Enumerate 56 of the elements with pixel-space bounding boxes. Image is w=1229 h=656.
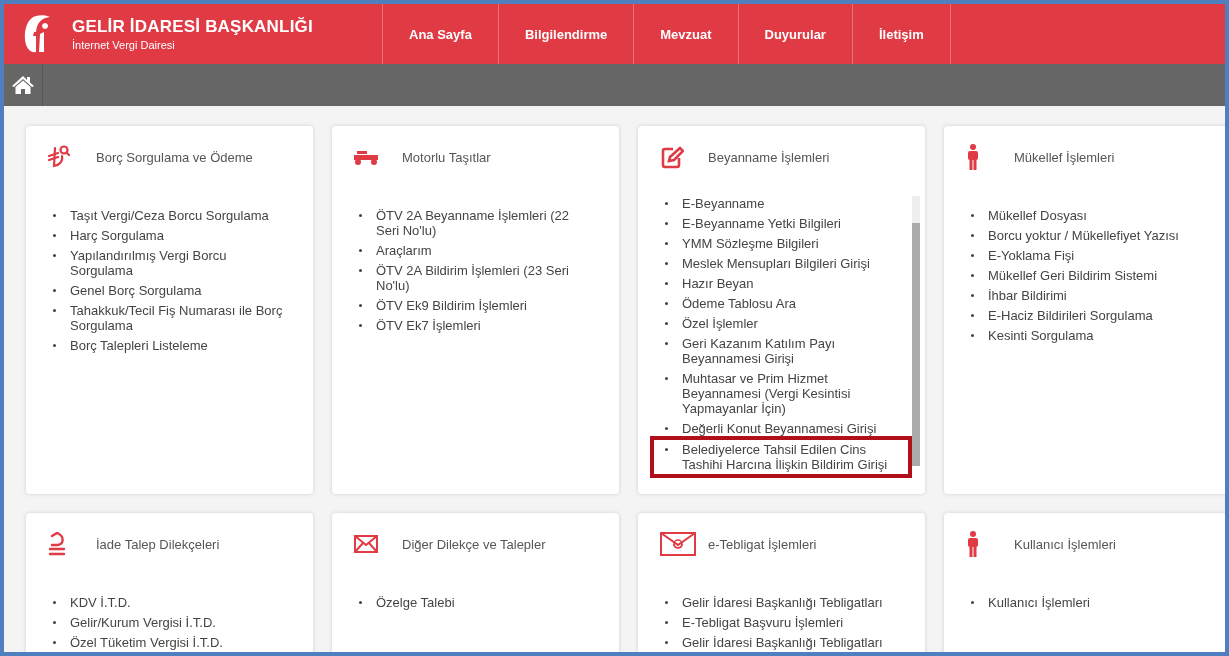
menu-link[interactable]: İhbar Bildirimi [988,288,1067,303]
menu-link[interactable]: Gelir İdaresi Başkanlığı Tebligatları [682,595,883,610]
vehicle-icon [354,149,378,165]
menu-link[interactable]: Mükellef Dosyası [988,208,1087,223]
menu-link[interactable]: E-Tebligat Başvuru İşlemleri [682,615,844,630]
menu-link[interactable]: Mükellef Geri Bildirim Sistemi [988,268,1158,283]
menu-link[interactable]: Tahakkuk/Tecil Fiş Numarası ile Borç Sorgulama [70,303,288,333]
menu-link[interactable]: E-Yoklama Fişi [988,248,1075,263]
menu-link[interactable]: Meslek Mensupları Bilgileri Girişi [682,256,870,271]
menu-link[interactable]: E-Haciz Bildirileri Sorgulama [988,308,1153,323]
card-title: Beyanname İşlemleri [708,149,830,165]
currency-icon [48,145,70,169]
person-icon [966,531,980,557]
menu-link[interactable]: Gelir İdaresi Başkanlığı Tebligatları [682,635,883,650]
menu-link[interactable]: Gelir/Kurum Vergisi İ.T.D. [70,615,216,630]
menu-link[interactable]: Hazır Beyan [682,276,754,291]
menu-link[interactable]: Borcu yoktur / Mükellefiyet Yazısı [988,228,1179,243]
card-title: Mükellef İşlemleri [1014,149,1115,165]
email-envelope-icon [660,532,696,556]
card-title: Kullanıcı İşlemleri [1014,536,1116,552]
card-title: Diğer Dilekçe ve Talepler [402,536,546,552]
site-title: GELİR İDARESİ BAŞKANLIĞI [72,17,313,37]
menu-link[interactable]: Geri Kazanım Katılım Payı Beyannamesi Girişi [682,336,900,366]
card-title: Borç Sorgulama ve Ödeme [96,149,253,165]
site-subtitle: İnternet Vergi Dairesi [72,39,176,51]
menu-link[interactable]: Kesinti Sorgulama [988,328,1094,343]
menu-link[interactable]: Değerli Konut Beyannamesi Girişi [682,421,877,436]
menu-link[interactable]: YMM Sözleşme Bilgileri [682,236,819,251]
menu-link[interactable]: E-Beyanname [682,196,765,211]
home-icon [11,75,35,95]
menu-link[interactable]: Belediyelerce Tahsil Edilen Cins Tashihi Harcına İlişkin Bildirim Girişi [682,442,900,472]
menu-link[interactable]: Muhtasar ve Prim Hizmet Beyannamesi (Vergi Kesintisi Yapmayanlar İçin) [682,371,900,416]
card-title: e-Tebligat İşlemleri [708,536,817,552]
menu-link[interactable]: Borç Talepleri Listeleme [70,338,208,353]
menu-link[interactable]: E-Beyanname Yetki Bilgileri [682,216,841,231]
menu-link[interactable]: ÖTV 2A Beyanname İşlemleri (22 Seri No'lu) [376,208,594,238]
menu-link[interactable]: Yapılandırılmış Vergi Borcu Sorgulama [70,248,288,278]
person-icon [966,144,980,170]
menu-link[interactable]: Genel Borç Sorgulama [70,283,202,298]
menu-link[interactable]: Araçlarım [376,243,432,258]
refund-icon [48,532,66,556]
menu-link[interactable]: Özelge Talebi [376,595,455,610]
menu-link[interactable]: Özel Tüketim Vergisi İ.T.D. [70,635,223,650]
menu-link[interactable]: Kullanıcı İşlemleri [988,595,1090,610]
menu-link[interactable]: KDV İ.T.D. [70,595,131,610]
edit-icon [660,145,684,169]
menu-link[interactable]: ÖTV Ek9 Bildirim İşlemleri [376,298,527,313]
menu-link[interactable]: Harç Sorgulama [70,228,164,243]
envelope-icon [354,535,378,553]
menu-link[interactable]: Taşıt Vergi/Ceza Borcu Sorgulama [70,208,269,223]
menu-link[interactable]: Ödeme Tablosu Ara [682,296,796,311]
menu-link[interactable]: Özel İşlemler [682,316,758,331]
menu-link[interactable]: ÖTV 2A Bildirim İşlemleri (23 Seri No'lu) [376,263,594,293]
menu-link[interactable]: ÖTV Ek7 İşlemleri [376,318,481,333]
card-title: Motorlu Taşıtlar [402,149,491,165]
card-title: İade Talep Dilekçeleri [96,536,220,552]
